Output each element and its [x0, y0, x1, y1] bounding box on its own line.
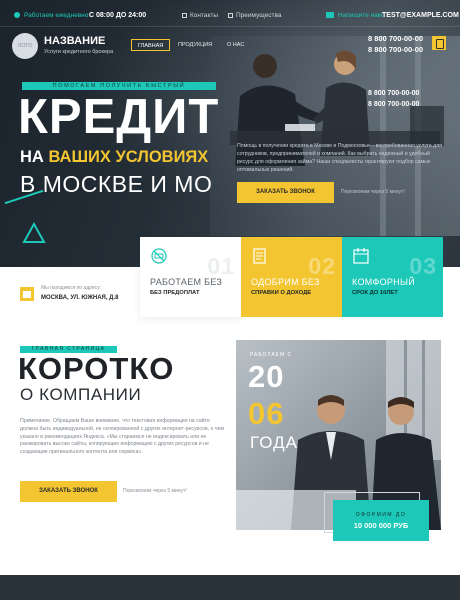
brand-tagline: Услуги кредитного брокера — [44, 49, 114, 55]
loan-amount-label: ОФОРМИМ ДО — [355, 512, 407, 518]
feature-card: 02 ОДОБРИМ БЕЗ СПРАВКИ О ДОХОДЕ — [241, 237, 342, 317]
nav-item-about[interactable]: О НАС — [227, 39, 244, 51]
address-label: Мы находимся по адресу: — [41, 285, 102, 291]
hero-callback-button[interactable]: ЗАКАЗАТЬ ЗВОНОК — [237, 182, 334, 203]
hero-location: В МОСКВЕ И МО — [20, 171, 213, 197]
hero-eyebrow: ПОМОГАЕМ ПОЛУЧИТЬ БЫСТРЫЙ — [22, 82, 216, 90]
address-value: МОСКВА, УЛ. ЮЖНАЯ, Д.8 — [41, 295, 119, 301]
topbar-link-advantages-label: Преимущества — [236, 12, 282, 19]
triangle-decor-icon — [22, 222, 46, 243]
topbar-divider — [0, 26, 460, 27]
feature-card: 03 КОМФОРНЫЙ СРОК ДО 10ЛЕТ — [342, 237, 443, 317]
footer-band — [0, 575, 460, 600]
topbar-link-contacts-label: Контакты — [190, 12, 219, 19]
check-icon — [182, 13, 187, 18]
email-info: Напишите нам: — [326, 12, 384, 19]
hero-phone-1[interactable]: 8 800 700-00-00 — [368, 88, 419, 99]
hours-label: Работаем ежедневно: — [24, 12, 91, 19]
building-icon — [20, 287, 34, 301]
topbar-link-contacts[interactable]: Контакты — [182, 12, 218, 19]
hero-section: Работаем ежедневно: С 08:00 ДО 24:00 Кон… — [0, 0, 460, 267]
email-label: Напишите нам: — [338, 12, 385, 19]
nav-item-products[interactable]: ПРОДУКЦИЯ — [178, 39, 212, 51]
about-callback-button[interactable]: ЗАКАЗАТЬ ЗВОНОК — [20, 481, 117, 502]
feature-title: ОДОБРИМ БЕЗ — [251, 277, 320, 287]
feature-card: 01 РАБОТАЕМ БЕЗ БЕЗ ПРЕДОПЛАТ — [140, 237, 241, 317]
feature-subtitle: СПРАВКИ О ДОХОДЕ — [251, 290, 312, 296]
header-phones: 8 800 700-00-00 8 800 700-00-00 — [368, 33, 423, 55]
phone-number-1[interactable]: 8 800 700-00-00 — [368, 33, 423, 44]
hours-info: Работаем ежедневно: — [14, 12, 90, 19]
year-part-1: 20 — [248, 359, 285, 394]
feature-subtitle: БЕЗ ПРЕДОПЛАТ — [150, 290, 200, 296]
brand-name: НАЗВАНИЕ — [44, 35, 106, 47]
feature-title: КОМФОРНЫЙ — [352, 277, 416, 287]
feature-subtitle: СРОК ДО 10ЛЕТ — [352, 290, 398, 296]
topbar-link-advantages[interactable]: Преимущества — [228, 12, 281, 19]
about-text: Примечание. Обращаем Ваше внимание, что … — [20, 418, 225, 456]
calendar-icon — [353, 248, 369, 264]
loan-amount-value: 10 000 000 РУБ — [353, 521, 409, 530]
year-label: РАБОТАЕМ С — [250, 352, 293, 358]
no-prepay-icon — [151, 248, 167, 264]
year-word: ГОДА — [250, 433, 298, 452]
feature-number: 01 — [207, 253, 235, 279]
email-link[interactable]: TEST@EXAMPLE.COM — [382, 12, 459, 19]
phone-icon[interactable] — [432, 36, 446, 50]
phone-number-2[interactable]: 8 800 700-00-00 — [368, 44, 423, 55]
document-icon — [253, 248, 266, 264]
check-icon — [228, 13, 233, 18]
hero-subtitle-prefix: НА — [20, 148, 44, 166]
year-part-2: 06 — [248, 396, 285, 431]
clock-icon — [14, 12, 20, 18]
feature-number: 03 — [409, 253, 437, 279]
hero-button-note: Перезвоним через 5 минут! — [341, 189, 405, 195]
about-button-note: Перезвоним через 5 минут! — [123, 488, 187, 494]
hero-title: КРЕДИТ — [18, 90, 220, 144]
hours-value: С 08:00 ДО 24:00 — [89, 12, 147, 19]
hero-subtitle: НА ВАШИХ УСЛОВИЯХ — [20, 148, 208, 167]
mail-icon — [326, 12, 334, 18]
hero-phone-2[interactable]: 8 800 700-00-00 — [368, 99, 419, 110]
loan-amount-card: ОФОРМИМ ДО 10 000 000 РУБ — [333, 500, 429, 541]
hero-description: Помощь в получении кредита в Москве и По… — [237, 143, 442, 173]
hero-photo-image — [210, 36, 460, 236]
hero-subtitle-highlight: ВАШИХ УСЛОВИЯХ — [48, 148, 209, 166]
logo[interactable]: ЛОГО — [12, 33, 38, 59]
feature-number: 02 — [308, 253, 336, 279]
about-title: КОРОТКО — [18, 351, 175, 386]
about-subtitle: О КОМПАНИИ — [20, 385, 142, 404]
nav-item-home[interactable]: ГЛАВНАЯ — [131, 39, 171, 51]
hero-phones: 8 800 700-00-00 8 800 700-00-00 — [368, 88, 419, 110]
feature-title: РАБОТАЕМ БЕЗ — [150, 277, 223, 287]
